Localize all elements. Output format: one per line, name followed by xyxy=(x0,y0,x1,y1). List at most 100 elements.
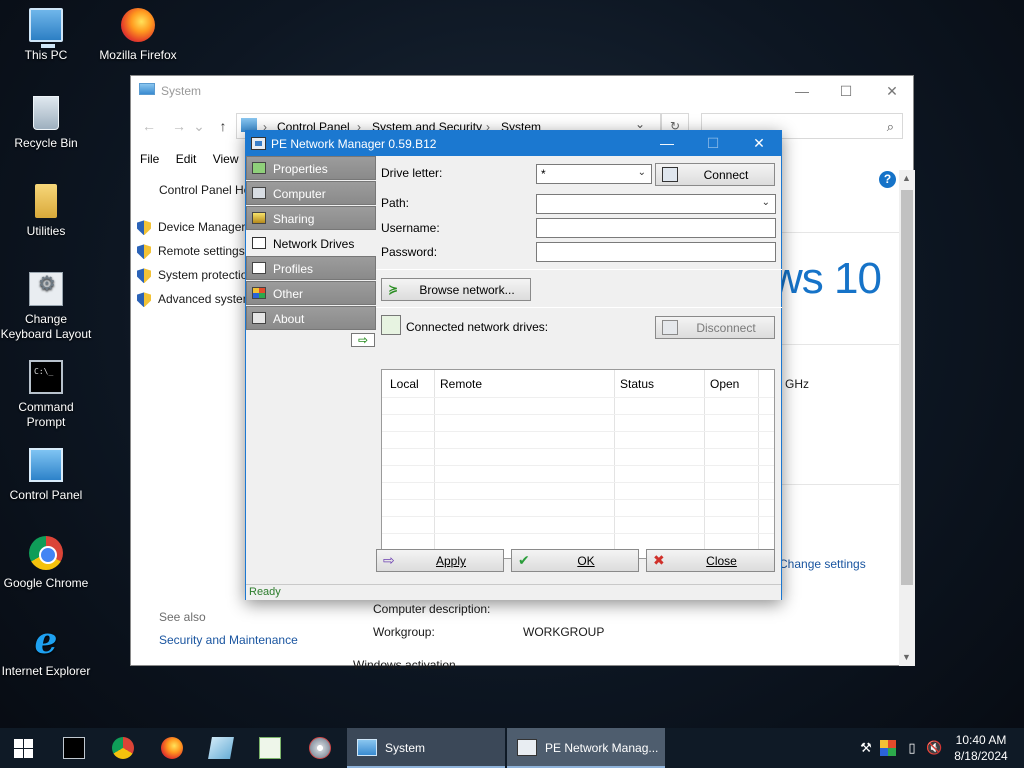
desktop-icon-this-pc[interactable]: This PC xyxy=(0,8,92,63)
divider xyxy=(376,307,782,308)
pinned-firefox[interactable] xyxy=(148,728,196,768)
column-remote[interactable]: Remote xyxy=(440,377,482,391)
pe-titlebar[interactable]: PE Network Manager 0.59.B12 — ☐ ✕ xyxy=(246,131,781,156)
desktop-icon-change-keyboard[interactable]: Change Keyboard Layout xyxy=(0,272,92,342)
ok-button[interactable]: ✔ OK xyxy=(511,549,639,572)
menu-view[interactable]: View xyxy=(213,152,239,166)
device-manager-link[interactable]: Device Manager xyxy=(137,220,245,236)
network-connect-icon xyxy=(662,167,678,182)
firefox-icon xyxy=(161,737,183,759)
password-label: Password: xyxy=(381,245,438,259)
remote-settings-link[interactable]: Remote settings xyxy=(137,244,245,260)
nav-about[interactable]: About xyxy=(246,306,376,330)
menu-bar: File Edit View xyxy=(140,152,252,166)
connected-drives-icon xyxy=(381,315,401,335)
scroll-up-icon[interactable]: ▲ xyxy=(902,173,911,183)
command-prompt-icon xyxy=(29,360,63,394)
chevron-down-icon[interactable]: ⌄ xyxy=(635,117,645,131)
pinned-app[interactable] xyxy=(246,728,294,768)
menu-file[interactable]: File xyxy=(140,152,159,166)
pinned-app[interactable] xyxy=(296,728,344,768)
computer-icon xyxy=(252,187,266,199)
system-titlebar[interactable]: System — ☐ ✕ xyxy=(131,76,913,106)
connect-button-label: Connect xyxy=(703,168,749,182)
desktop-icon-internet-explorer[interactable]: e Internet Explorer xyxy=(0,623,92,679)
nav-label: About xyxy=(273,312,305,326)
password-input[interactable] xyxy=(536,242,776,262)
nav-profiles[interactable]: Profiles xyxy=(246,256,376,280)
column-divider xyxy=(434,370,435,558)
path-combobox[interactable]: ⌄ xyxy=(536,194,776,214)
connect-button[interactable]: Connect xyxy=(655,163,775,186)
control-panel-home-link[interactable]: Control Panel Ho xyxy=(159,183,250,197)
nav-sharing[interactable]: Sharing xyxy=(246,206,376,230)
connected-drives-table[interactable]: Local Remote Status Open xyxy=(381,369,775,559)
this-pc-icon xyxy=(29,8,63,48)
start-button[interactable] xyxy=(0,728,48,768)
recent-chevron-icon[interactable]: ⌄ xyxy=(189,116,209,136)
chrome-icon xyxy=(29,536,63,570)
column-open[interactable]: Open xyxy=(710,377,739,391)
taskbar-pe-network-manager[interactable]: PE Network Manag... xyxy=(507,728,665,768)
nav-label: Profiles xyxy=(273,262,314,276)
pe-nav-sidebar: Properties Computer Sharing Network Driv… xyxy=(246,156,376,331)
change-settings-link[interactable]: Change settings xyxy=(779,557,866,571)
column-status[interactable]: Status xyxy=(620,377,654,391)
taskbar-clock[interactable]: 10:40 AM 8/18/2024 xyxy=(946,732,1016,764)
browse-network-button[interactable]: ≽ Browse network... xyxy=(381,278,531,301)
pinned-chrome[interactable] xyxy=(99,728,147,768)
close-icon[interactable]: ✕ xyxy=(869,80,915,102)
scrollbar-thumb[interactable] xyxy=(901,190,913,585)
chevron-down-icon: ⌄ xyxy=(637,167,646,178)
advanced-system-link[interactable]: Advanced system xyxy=(137,292,253,308)
pe-network-manager-icon xyxy=(251,137,266,150)
help-icon[interactable]: ? xyxy=(879,171,896,188)
disconnect-button[interactable]: Disconnect xyxy=(655,316,775,339)
menu-edit[interactable]: Edit xyxy=(176,152,197,166)
taskbar-system-window[interactable]: System xyxy=(347,728,505,768)
username-input[interactable] xyxy=(536,218,776,238)
network-disconnect-icon xyxy=(662,320,678,335)
desktop-icon-firefox[interactable]: Mozilla Firefox xyxy=(92,8,184,63)
network-tray-icon[interactable]: ⚒ xyxy=(858,740,874,756)
disconnect-button-label: Disconnect xyxy=(696,321,756,335)
color-tray-icon[interactable] xyxy=(880,740,896,756)
chart-app-icon xyxy=(259,737,281,759)
system-window-icon xyxy=(139,83,155,95)
close-icon[interactable]: ✕ xyxy=(736,131,782,156)
system-protection-link[interactable]: System protectio xyxy=(137,268,247,284)
collapse-sidebar-arrow-icon[interactable]: ⇨ xyxy=(351,333,375,347)
usb-tray-icon[interactable]: ▯ xyxy=(904,740,920,756)
vertical-scrollbar[interactable]: ▲ ▼ xyxy=(899,170,915,666)
volume-muted-icon[interactable]: 🔇 xyxy=(926,740,942,756)
apply-button[interactable]: ⇨ Apply xyxy=(376,549,504,572)
nav-other[interactable]: Other xyxy=(246,281,376,305)
back-arrow-icon[interactable]: ← xyxy=(139,116,159,136)
firefox-icon xyxy=(121,8,155,42)
desktop-icon-command-prompt[interactable]: Command Prompt xyxy=(0,360,92,430)
close-button[interactable]: ✖ Close xyxy=(646,549,775,572)
scroll-down-icon[interactable]: ▼ xyxy=(902,652,911,662)
desktop-icon-control-panel[interactable]: Control Panel xyxy=(0,448,92,503)
pe-network-manager-window[interactable]: PE Network Manager 0.59.B12 — ☐ ✕ Proper… xyxy=(245,130,782,600)
security-maintenance-link[interactable]: Security and Maintenance xyxy=(159,633,298,647)
maximize-icon[interactable]: ☐ xyxy=(690,131,736,156)
pinned-app[interactable] xyxy=(197,728,245,768)
nav-computer[interactable]: Computer xyxy=(246,181,376,205)
minimize-icon[interactable]: — xyxy=(644,131,690,156)
table-row xyxy=(382,516,774,517)
up-arrow-icon[interactable]: ↑ xyxy=(213,116,233,136)
desktop-icon-chrome[interactable]: Google Chrome xyxy=(0,536,92,591)
column-local[interactable]: Local xyxy=(390,377,419,391)
minimize-icon[interactable]: — xyxy=(779,80,825,102)
nav-properties[interactable]: Properties xyxy=(246,156,376,180)
drive-letter-select[interactable]: * ⌄ xyxy=(536,164,652,184)
forward-arrow-icon[interactable]: → xyxy=(169,116,189,136)
pinned-command-prompt[interactable] xyxy=(50,728,98,768)
desktop-icon-utilities[interactable]: Utilities xyxy=(0,184,92,239)
table-row xyxy=(382,533,774,534)
maximize-icon[interactable]: ☐ xyxy=(823,80,869,102)
table-row xyxy=(382,414,774,415)
nav-network-drives[interactable]: Network Drives xyxy=(246,231,376,255)
desktop-icon-recycle-bin[interactable]: Recycle Bin xyxy=(0,96,92,151)
